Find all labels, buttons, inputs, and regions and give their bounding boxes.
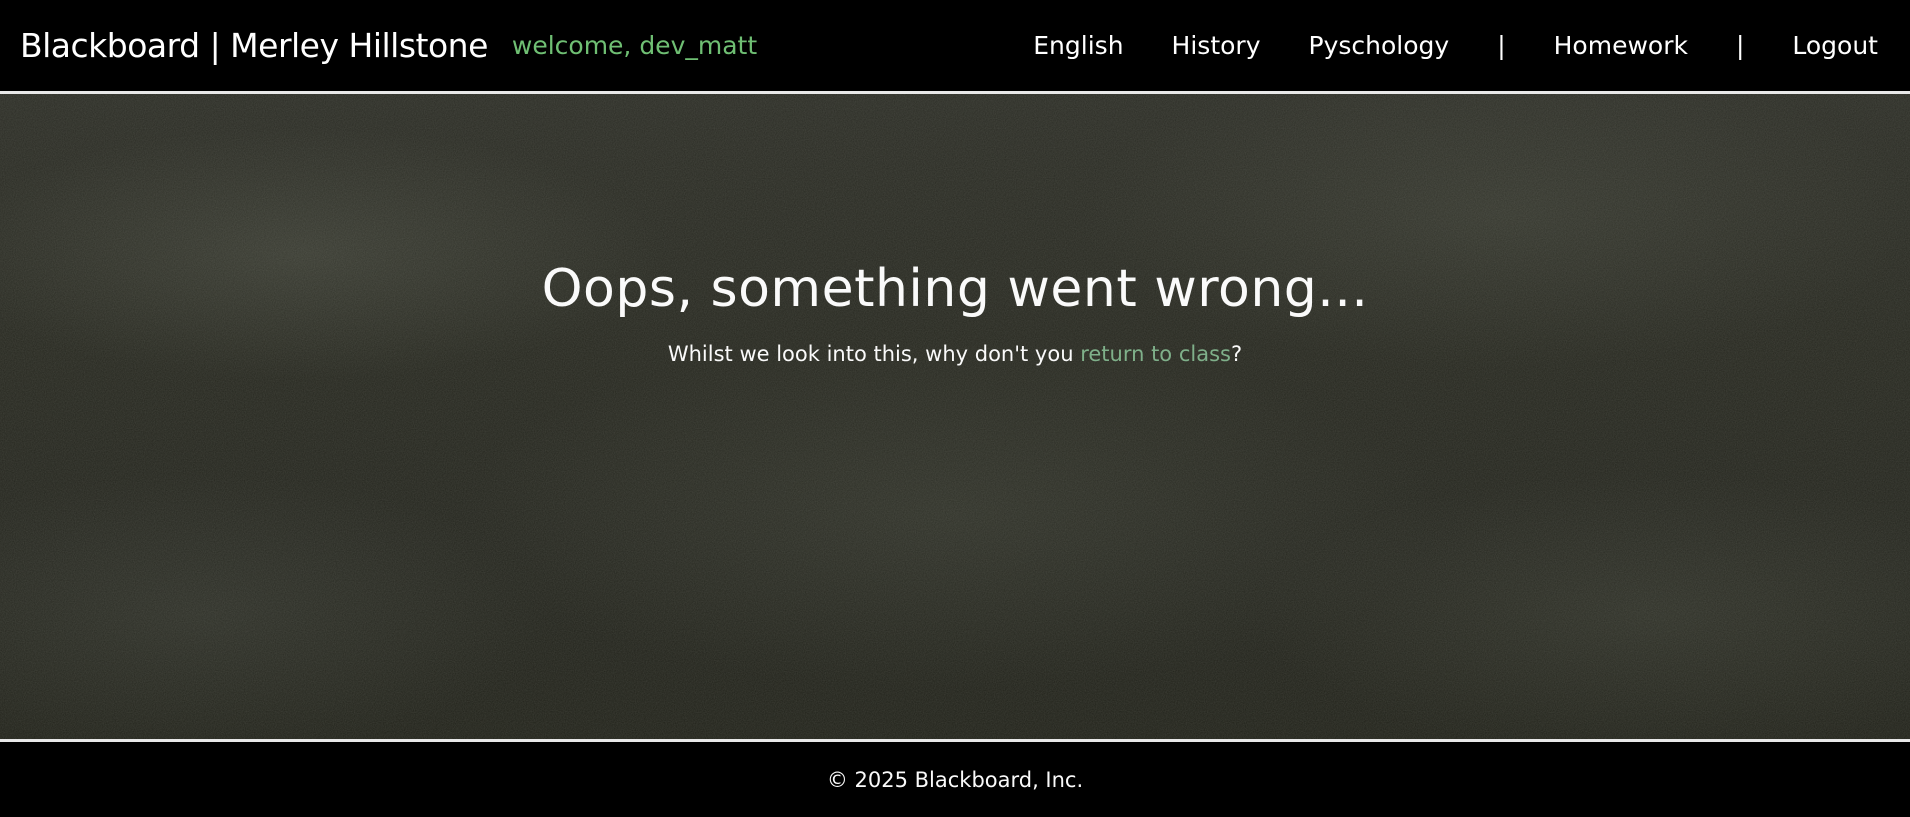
nav-separator: | [1735, 31, 1745, 60]
nav-link-history[interactable]: History [1148, 31, 1285, 60]
nav-link-psychology[interactable]: Pyschology [1285, 31, 1474, 60]
nav-link-homework[interactable]: Homework [1530, 31, 1712, 60]
page: Blackboard | Merley Hillstone welcome, d… [0, 0, 1910, 817]
site-brand[interactable]: Blackboard | Merley Hillstone [20, 26, 488, 65]
copyright-text: © 2025 Blackboard, Inc. [826, 767, 1084, 792]
logout-link[interactable]: Logout [1768, 31, 1890, 60]
error-heading: Oops, something went wrong... [541, 259, 1369, 319]
nav-link-english[interactable]: English [1009, 31, 1147, 60]
top-navbar: Blackboard | Merley Hillstone welcome, d… [0, 0, 1910, 91]
error-message-prefix: Whilst we look into this, why don't you [667, 342, 1081, 366]
return-to-class-link[interactable]: return to class [1080, 342, 1231, 366]
main-nav: English History Pyschology | Homework | … [1009, 31, 1890, 60]
footer: © 2025 Blackboard, Inc. [0, 742, 1910, 817]
error-message-suffix: ? [1230, 342, 1243, 366]
nav-separator: | [1497, 31, 1506, 60]
chalkboard-area: Oops, something went wrong... Whilst we … [0, 94, 1910, 739]
welcome-message: welcome, dev_matt [511, 31, 758, 60]
chalk-texture [0, 94, 1910, 739]
error-message: Whilst we look into this, why don't you … [0, 342, 1910, 366]
